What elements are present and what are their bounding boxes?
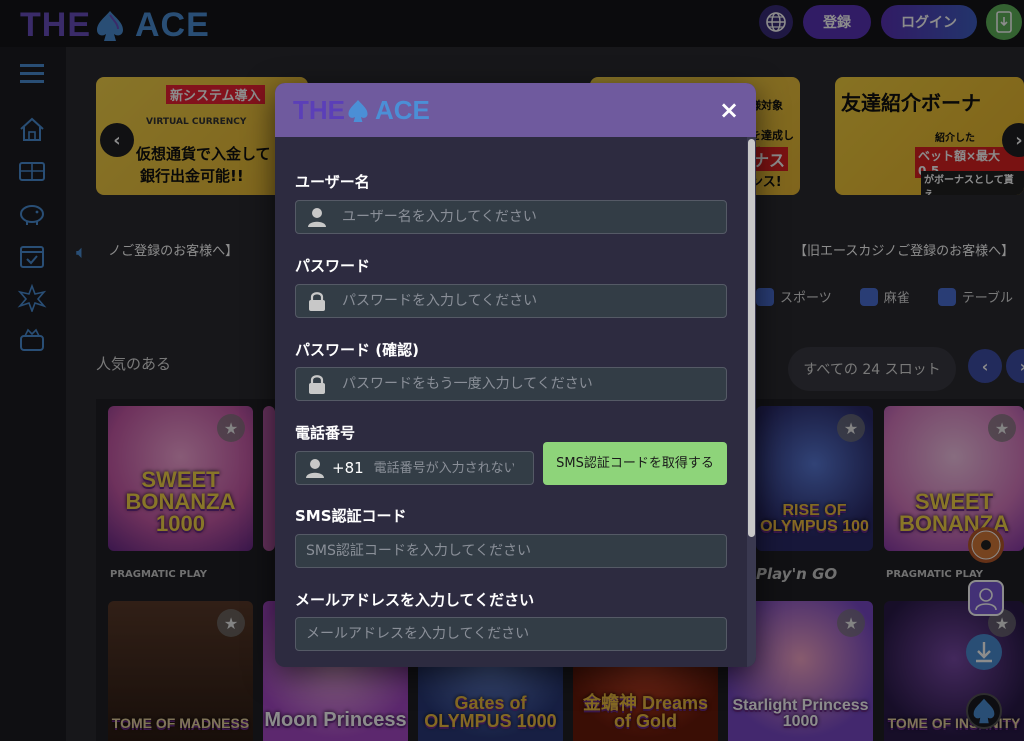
sms-code-label: SMS認証コード xyxy=(295,507,407,525)
password-confirm-input[interactable] xyxy=(328,368,726,400)
modal-logo-ace: ACE xyxy=(375,95,430,125)
phone-input[interactable] xyxy=(363,460,514,476)
username-field[interactable] xyxy=(295,200,727,234)
password-confirm-field[interactable] xyxy=(295,367,727,401)
sms-code-field[interactable] xyxy=(295,534,727,568)
user-icon xyxy=(308,208,326,227)
lock-icon xyxy=(309,292,325,311)
sms-code-input[interactable] xyxy=(296,535,726,567)
close-icon[interactable]: × xyxy=(716,97,742,123)
modal-logo-the: THE xyxy=(293,95,345,125)
phone-label: 電話番号 xyxy=(295,424,356,442)
email-field[interactable] xyxy=(295,617,727,651)
get-sms-code-button[interactable]: SMS認証コードを取得する xyxy=(543,442,727,485)
password-confirm-label: パスワード (確認) xyxy=(295,341,419,359)
password-field[interactable] xyxy=(295,284,727,318)
spade-logo-icon xyxy=(348,99,368,122)
modal-header: THE ACE × xyxy=(275,83,756,137)
registration-modal: THE ACE × ユーザー名 パスワード パスワード (確認) 電話番号 +8… xyxy=(275,83,756,667)
modal-logo: THE ACE xyxy=(293,95,430,126)
modal-scrollbar-thumb[interactable] xyxy=(748,139,755,537)
password-label: パスワード xyxy=(295,257,371,275)
lock-icon xyxy=(309,375,325,394)
email-label: メールアドレスを入力してください xyxy=(295,591,535,609)
phone-field[interactable]: +81 xyxy=(295,451,534,485)
user-icon xyxy=(306,459,324,478)
country-code[interactable]: +81 xyxy=(332,459,364,477)
password-input[interactable] xyxy=(328,285,726,317)
email-input[interactable] xyxy=(296,618,726,650)
username-input[interactable] xyxy=(328,201,726,233)
username-label: ユーザー名 xyxy=(295,173,370,191)
